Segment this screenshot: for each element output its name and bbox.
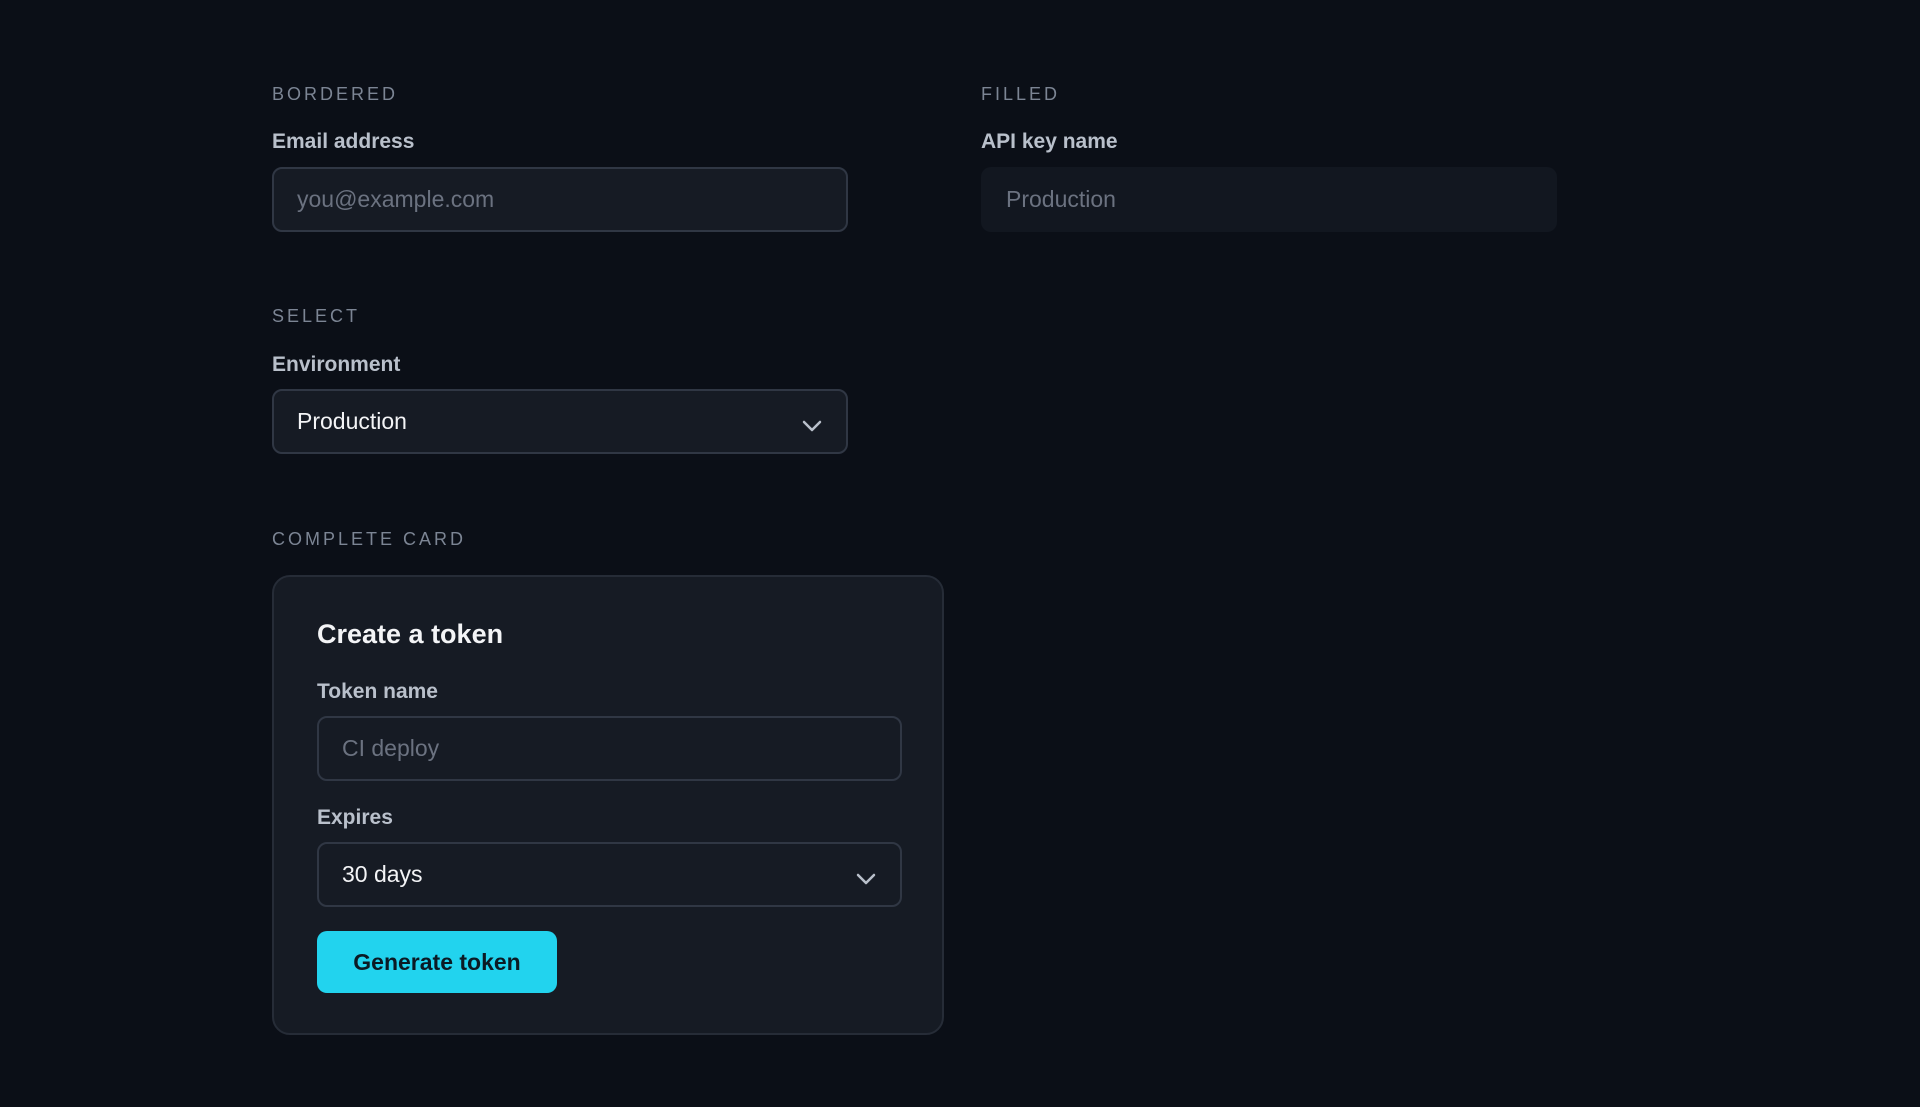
chevron-down-icon <box>856 873 876 885</box>
email-field-label: Email address <box>272 130 415 153</box>
chevron-down-icon <box>802 420 822 432</box>
environment-select-value: Production <box>297 408 407 434</box>
section-label-complete-card: COMPLETE CARD <box>272 529 467 549</box>
token-name-placeholder: CI deploy <box>342 735 440 761</box>
token-name-label: Token name <box>317 680 438 703</box>
generate-token-button[interactable]: Generate token <box>317 931 557 993</box>
expires-select[interactable]: 30 days <box>317 842 902 907</box>
card-title: Create a token <box>317 619 504 649</box>
section-label-filled: FILLED <box>981 84 1061 104</box>
email-field[interactable]: you@example.com <box>272 167 848 232</box>
expires-label: Expires <box>317 806 393 829</box>
create-token-card: Create a token Token name CI deploy Expi… <box>272 575 944 1035</box>
api-key-name-placeholder: Production <box>1006 186 1116 212</box>
section-label-bordered: BORDERED <box>272 84 399 104</box>
api-key-name-label: API key name <box>981 130 1118 153</box>
api-key-name-field[interactable]: Production <box>981 167 1557 232</box>
environment-label: Environment <box>272 353 401 376</box>
environment-select[interactable]: Production <box>272 389 848 454</box>
section-label-select: SELECT <box>272 306 361 326</box>
token-name-field[interactable]: CI deploy <box>317 716 902 781</box>
email-field-placeholder: you@example.com <box>297 186 495 212</box>
expires-select-value: 30 days <box>342 861 423 887</box>
